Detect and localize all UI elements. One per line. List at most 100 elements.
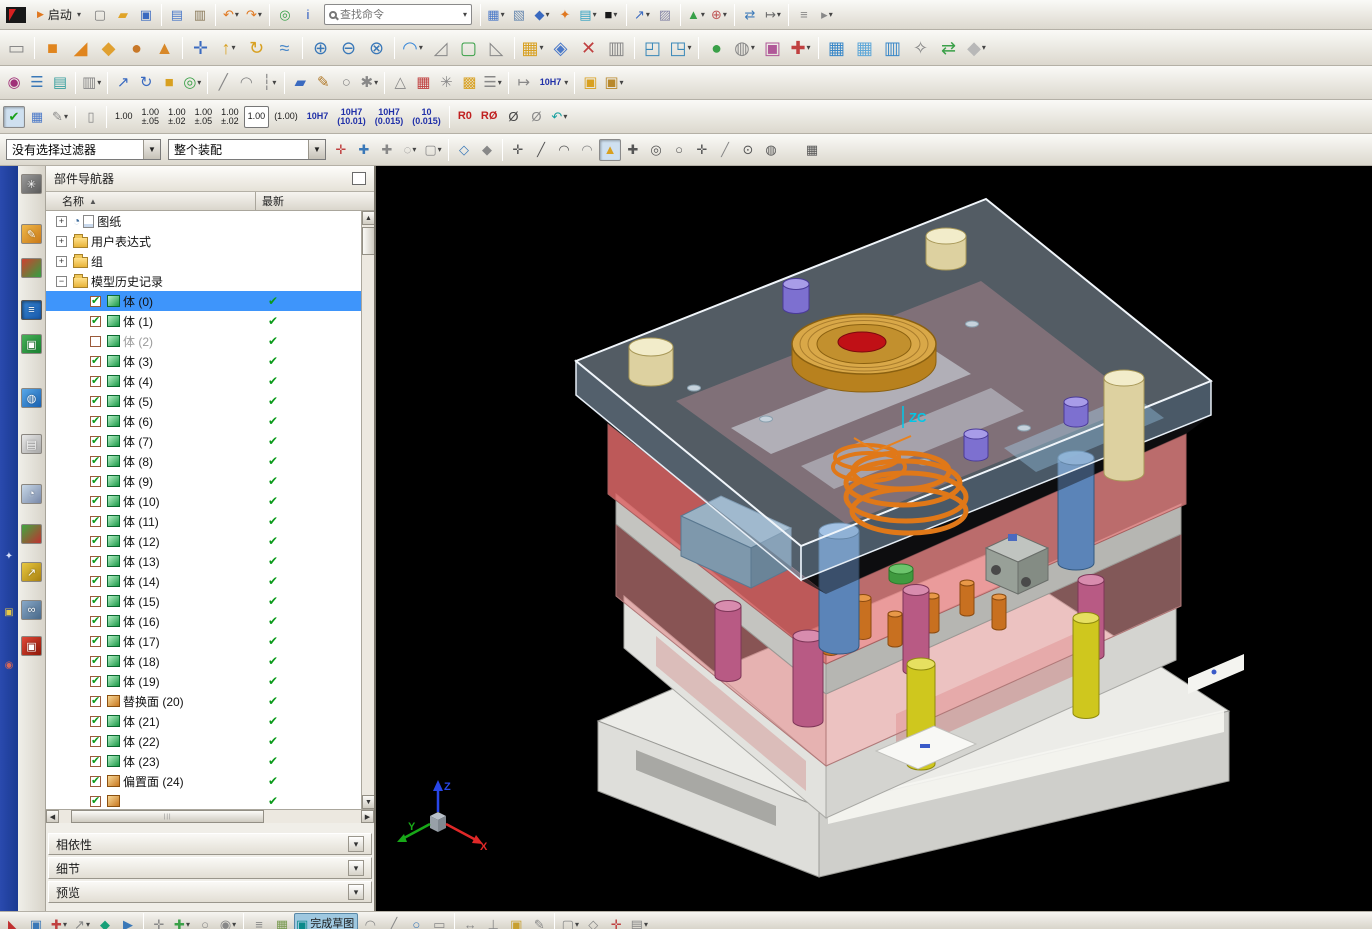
desktop-shortcut-2[interactable]: ▣ [4,607,13,618]
suppress-checkbox[interactable] [90,516,101,527]
tree-expander[interactable]: + [56,236,67,247]
bottom-grid-button[interactable]: ▦ [271,913,293,929]
prism-button[interactable]: ◆ [95,34,122,62]
refresh-button[interactable]: ◎ [274,4,296,26]
bottom-move-button[interactable]: ↗▾ [71,913,93,929]
undo-button[interactable]: ↶▾ [220,4,242,26]
scroll-right-button[interactable]: ▶ [361,810,374,823]
suppress-checkbox[interactable] [90,596,101,607]
suppress-checkbox[interactable] [90,416,101,427]
tol-2[interactable]: 1.00 ±.05 [138,106,164,128]
bottom-profile-button[interactable]: ◣ [2,913,24,929]
tree-item-体 (17)[interactable]: 体 (17)✔ [46,631,361,651]
dropdown-arrow-icon[interactable]: ▾ [77,10,81,19]
tree-item-替换面 (20)[interactable]: 替换面 (20)✔ [46,691,361,711]
dropdown-arrow-icon[interactable]: ▾ [412,145,416,154]
dropdown-arrow-icon[interactable]: ▾ [97,78,101,87]
offset-face-button[interactable]: ◳▾ [667,34,694,62]
wave-grid-button[interactable]: ▦ [823,34,850,62]
dropdown-arrow-icon[interactable]: ▾ [232,920,236,929]
snap-quadrant-button[interactable]: ○ [668,139,690,161]
suppress-checkbox[interactable] [90,696,101,707]
scroll-down-button[interactable]: ▼ [362,795,374,809]
tree-item-体 (22)[interactable]: 体 (22)✔ [46,731,361,751]
tree-item-体 (7)[interactable]: 体 (7)✔ [46,431,361,451]
tree-item-体 (15)[interactable]: 体 (15)✔ [46,591,361,611]
fit-tolerance-button[interactable]: 10H7▾ [536,72,571,94]
dropdown-arrow-icon[interactable]: ▾ [777,10,781,19]
tree-item-体 (13)[interactable]: 体 (13)✔ [46,551,361,571]
view-cube-button[interactable]: ◆▾ [531,4,553,26]
bottom-plus-button[interactable]: ✚▾ [171,913,193,929]
suppress-checkbox[interactable] [90,396,101,407]
bottom-box-button[interactable]: ▢▾ [559,913,581,929]
dropdown-arrow-icon[interactable]: ▾ [688,43,692,52]
start-menu-button[interactable]: ▶启动▾ [30,4,88,26]
bracket-button[interactable]: ▯ [80,106,102,128]
tol-1[interactable]: 1.00 [111,106,137,128]
suppress-checkbox[interactable] [90,536,101,547]
tree-item-偏置面 (24)[interactable]: 偏置面 (24)✔ [46,771,361,791]
unite-button[interactable]: ⊕ [307,34,334,62]
tree-expander[interactable]: + [56,256,67,267]
tree-item-partial[interactable]: ✔ [46,791,361,809]
fit-1[interactable]: 10H7 [303,106,333,128]
dropdown-arrow-icon[interactable]: ▾ [419,43,423,52]
trim-body-button[interactable]: ✕ [575,34,602,62]
export-button[interactable]: ↗▾ [631,4,653,26]
tol-5[interactable]: 1.00 ±.02 [217,106,243,128]
snap-arc-center-button[interactable]: ◎ [645,139,667,161]
bronze-body-button[interactable]: ▣▾ [602,72,625,94]
scroll-up-button[interactable]: ▲ [362,211,374,225]
more-solids-button[interactable]: ◍▾ [731,34,758,62]
tree-item-体 (0)[interactable]: 体 (0)✔ [46,291,361,311]
tree-item-体 (14)[interactable]: 体 (14)✔ [46,571,361,591]
radius-dia-button[interactable]: RØ [477,106,502,128]
tree-item-体 (6)[interactable]: 体 (6)✔ [46,411,361,431]
bottom-circle2-button[interactable]: ○ [405,913,427,929]
bottom-list-button[interactable]: ≡ [248,913,270,929]
revolve-button[interactable]: ↻ [243,34,270,62]
bottom-rect-button[interactable]: ▭ [428,913,450,929]
bottom-point-button[interactable]: ✛ [148,913,170,929]
suppress-checkbox[interactable] [90,336,101,347]
materials-icon[interactable] [21,524,42,544]
sphere-button[interactable]: ● [123,34,150,62]
panel-section-预览[interactable]: 预览▾ [48,881,372,903]
dropdown-arrow-icon[interactable]: ▾ [258,10,262,19]
sketchbook-button[interactable]: ▰ [289,72,311,94]
measure-button[interactable]: ↦▾ [762,4,784,26]
part-navigator-icon[interactable]: ≡ [21,300,42,320]
mesh-grid-button[interactable]: ▦ [851,34,878,62]
dropdown-arrow-icon[interactable]: ▾ [646,10,650,19]
vertical-scroll-thumb[interactable] [362,227,374,255]
column-latest[interactable]: 最新 [256,192,374,210]
dropdown-arrow-icon[interactable]: ▾ [64,112,68,121]
datum-plane-button[interactable]: ✛ [187,34,214,62]
bottom-add-button[interactable]: ✚▾ [48,913,70,929]
dropdown-arrow-icon[interactable]: ▾ [613,10,617,19]
tree-item-图纸[interactable]: +◔图纸 [46,211,361,231]
gold-block-button[interactable]: ■ [158,72,180,94]
tree-item-模型历史记录[interactable]: −模型历史记录 [46,271,361,291]
bottom-arc-button[interactable]: ◠ [359,913,381,929]
bounding-body-button[interactable]: ◰ [639,34,666,62]
horizontal-scrollbar[interactable]: ◀ ||| ▶ [46,809,374,823]
radius-zero-button[interactable]: R0 [454,106,476,128]
dropdown-arrow-icon[interactable]: ▾ [829,10,833,19]
info-button[interactable]: i [297,4,319,26]
cone-button[interactable]: ▲ [151,34,178,62]
fit-3[interactable]: 10H7 (0.015) [371,106,408,128]
tol-7[interactable]: (1.00) [270,106,302,128]
selection-filter-combo[interactable]: 没有选择过滤器 ▼ [6,139,161,160]
documents-icon[interactable]: ▤ [21,434,42,454]
dropdown-arrow-icon[interactable]: ▾ [593,10,597,19]
bottom-view-button[interactable]: ▣ [25,913,47,929]
bottom-more-button[interactable]: ▤▾ [628,913,650,929]
add-body-button[interactable]: ✚▾ [787,34,814,62]
dropdown-arrow-icon[interactable]: ▾ [438,145,442,154]
combo-dropdown-arrow-icon[interactable]: ▼ [308,140,325,159]
tree-item-用户表达式[interactable]: +用户表达式 [46,231,361,251]
dropdown-arrow-icon[interactable]: ▾ [86,920,90,929]
bottom-play-button[interactable]: ▶ [117,913,139,929]
